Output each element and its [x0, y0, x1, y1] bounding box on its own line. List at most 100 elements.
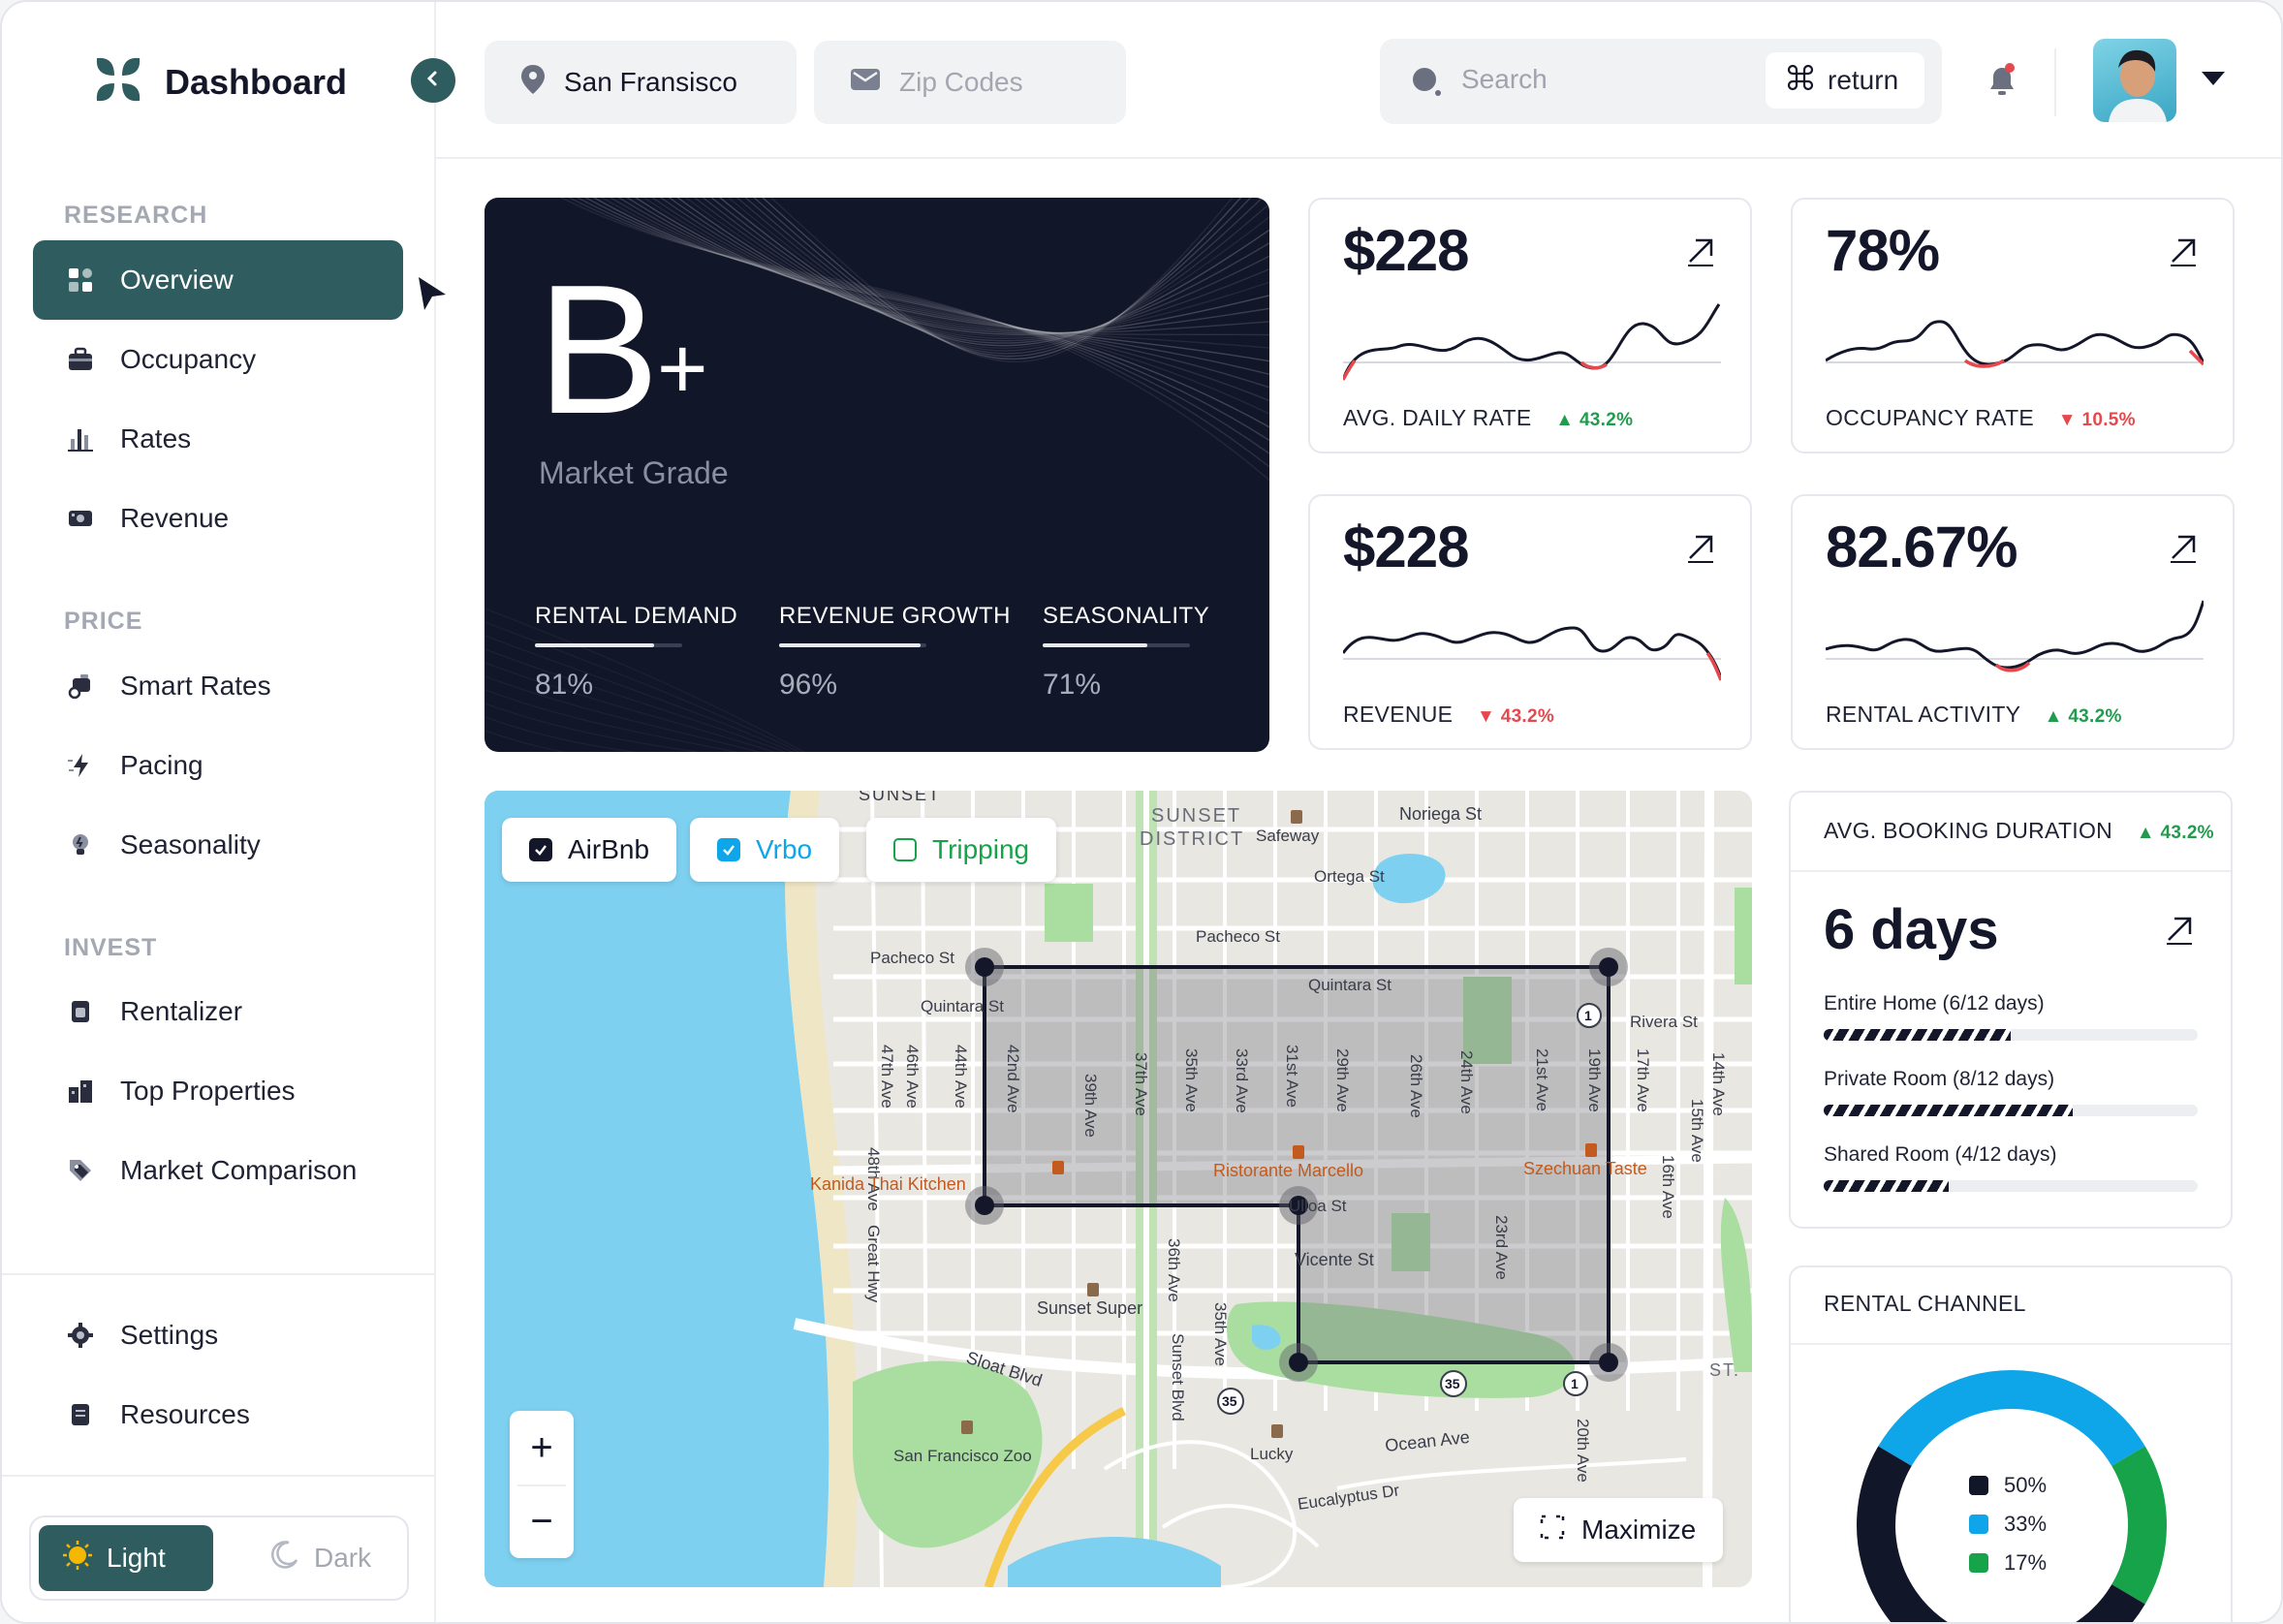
sidebar-item-rates[interactable]: Rates — [33, 399, 403, 479]
metric-bar-fill — [779, 643, 921, 647]
map-label-ave31: 31st Ave — [1283, 1045, 1301, 1108]
filter-tripping[interactable]: Tripping — [866, 818, 1057, 882]
legend-swatch — [1969, 1553, 1988, 1573]
legend-item: 50% — [1969, 1473, 2085, 1498]
filter-vrbo[interactable]: Vrbo — [690, 818, 840, 882]
delta-value: 43.2% — [2160, 823, 2214, 843]
stat-label: AVG. DAILY RATE — [1343, 405, 1532, 430]
legend-label: 17% — [2004, 1550, 2048, 1575]
app-title: Dashboard — [165, 61, 348, 102]
map-label-ave20: 20th Ave — [1574, 1419, 1592, 1483]
map-label-eucalyptus: Eucalyptus Dr — [1297, 1481, 1401, 1514]
sidebar-item-seasonality[interactable]: Seasonality — [33, 805, 403, 885]
polygon-vertex-handle[interactable] — [1289, 1353, 1308, 1372]
sidebar-item-occupancy[interactable]: Occupancy — [33, 320, 403, 399]
maximize-button[interactable]: Maximize — [1514, 1498, 1723, 1562]
metric-label: SEASONALITY — [1043, 603, 1210, 629]
metric-label: RENTAL DEMAND — [535, 603, 738, 629]
map-label-ave23: 23rd Ave — [1492, 1215, 1511, 1280]
stat-label-row: REVENUE ▼ 43.2% — [1343, 702, 1554, 728]
poi-marker-icon — [1291, 810, 1302, 824]
legend-item: 17% — [1969, 1550, 2085, 1576]
booking-row-label: Private Room (8/12 days) — [1824, 1068, 2055, 1090]
checkbox-checked-icon[interactable] — [717, 838, 740, 861]
stat-card-rental-activity[interactable]: 82.67% RENTAL ACTIVITY ▲ 43.2% — [1791, 494, 2235, 750]
collapse-sidebar-button[interactable] — [411, 58, 455, 103]
avatar[interactable] — [2093, 39, 2176, 122]
arrow-up-right-icon[interactable] — [2167, 234, 2200, 272]
zoom-controls: + − — [510, 1411, 574, 1558]
map-view[interactable]: SUNSET SUNSET DISTRICT Noriega St Safewa… — [485, 791, 1752, 1587]
map-label-ave29: 29th Ave — [1333, 1048, 1352, 1112]
map-label-sunset: SUNSET — [1151, 805, 1241, 827]
sidebar-item-overview[interactable]: Overview — [33, 240, 403, 320]
topbar-divider — [2054, 48, 2056, 116]
map-label-ave17: 17th Ave — [1634, 1048, 1652, 1112]
polygon-vertex-handle[interactable] — [1599, 957, 1618, 977]
cash-icon — [66, 504, 95, 533]
donut-slice — [2111, 1446, 2167, 1605]
map-label-pacheco2: Pacheco St — [1196, 927, 1280, 946]
arrow-up-right-icon[interactable] — [1684, 531, 1717, 569]
sidebar-item-label: Market Comparison — [120, 1155, 358, 1185]
filter-airbnb[interactable]: AirBnb — [502, 818, 677, 882]
poi-marker-icon — [1087, 1283, 1099, 1296]
stat-card-revenue[interactable]: $228 REVENUE ▼ 43.2% — [1308, 494, 1752, 750]
sidebar-item-label: Pacing — [120, 750, 203, 780]
search-input[interactable]: Search return — [1380, 39, 1942, 124]
map-label-sunsetblvd: Sunset Blvd — [1169, 1333, 1187, 1421]
zoom-out-button[interactable]: − — [510, 1484, 574, 1558]
sidebar-item-smart-rates[interactable]: Smart Rates — [33, 646, 403, 726]
checkbox-checked-icon[interactable] — [529, 838, 552, 861]
shortcut-label: return — [1828, 65, 1899, 95]
booking-row-bar — [1824, 1180, 2198, 1192]
sidebar-item-label: Revenue — [120, 503, 230, 533]
sidebar-item-label: Resources — [120, 1399, 250, 1429]
polygon-vertex-handle[interactable] — [975, 1196, 994, 1215]
brand[interactable]: Dashboard — [91, 52, 347, 111]
theme-dark-button[interactable]: Dark — [244, 1525, 399, 1591]
sidebar-item-label: Seasonality — [120, 829, 261, 859]
metric-bar — [779, 643, 926, 647]
sidebar-item-market-comparison[interactable]: Market Comparison — [33, 1131, 403, 1210]
arrow-up-right-icon[interactable] — [1684, 234, 1717, 272]
channel-title: RENTAL CHANNEL — [1824, 1291, 2026, 1316]
map-label-pacheco: Pacheco St — [870, 949, 954, 967]
sidebar-item-rentalizer[interactable]: Rentalizer — [33, 972, 403, 1051]
booking-row-bar — [1824, 1029, 2198, 1041]
zip-codes-field[interactable]: Zip Codes — [814, 41, 1126, 124]
polygon-vertex-handle[interactable] — [975, 957, 994, 977]
map-label-ave33: 33rd Ave — [1233, 1048, 1251, 1113]
bulb-icon — [66, 830, 95, 859]
poi-marker-icon — [1585, 1143, 1597, 1157]
notification-bell-icon[interactable] — [1985, 62, 2019, 104]
booking-row-private-room: Private Room (8/12 days) — [1824, 1068, 2198, 1116]
arrow-up-right-icon[interactable] — [2163, 913, 2196, 951]
card-divider — [1791, 1343, 2231, 1345]
theme-light-button[interactable]: Light — [39, 1525, 213, 1591]
theme-toggle: Light Dark — [29, 1515, 409, 1601]
zoom-in-button[interactable]: + — [510, 1411, 574, 1484]
sidebar-item-top-properties[interactable]: Top Properties — [33, 1051, 403, 1131]
map-label-sloat: Sloat Blvd — [964, 1348, 1045, 1390]
sidebar-item-settings[interactable]: Settings — [33, 1296, 403, 1375]
location-selector[interactable]: San Fransisco — [485, 41, 797, 124]
stat-card-avg-daily-rate[interactable]: $228 AVG. DAILY RATE ▲ 43.2% — [1308, 198, 1752, 453]
sidebar-item-revenue[interactable]: Revenue — [33, 479, 403, 558]
map-label-zoo: San Francisco Zoo — [893, 1447, 1032, 1465]
map-label-safeway: Safeway — [1256, 827, 1320, 845]
map-label-noriega: Noriega St — [1399, 804, 1482, 824]
location-pin-icon — [519, 63, 547, 103]
sidebar-item-resources[interactable]: Resources — [33, 1375, 403, 1454]
polygon-vertex-handle[interactable] — [1599, 1353, 1618, 1372]
sparkline — [1343, 303, 1721, 381]
metric-seasonality: SEASONALITY 71% — [1043, 603, 1209, 702]
map-label-greathwy: Great Hwy — [864, 1225, 883, 1303]
account-menu-chevron-down-icon[interactable] — [2202, 72, 2225, 85]
stat-card-occupancy-rate[interactable]: 78% OCCUPANCY RATE ▼ 10.5% — [1791, 198, 2235, 453]
metric-revenue-growth: REVENUE GROWTH 96% — [779, 603, 1011, 702]
arrow-up-right-icon[interactable] — [2167, 531, 2200, 569]
sidebar-item-pacing[interactable]: Pacing — [33, 726, 403, 805]
map-label-ave24: 24th Ave — [1457, 1050, 1476, 1114]
checkbox-unchecked-icon[interactable] — [893, 838, 917, 861]
